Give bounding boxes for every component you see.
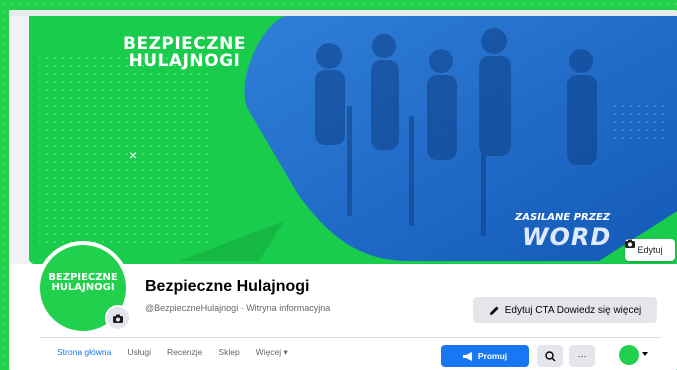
more-dots-icon: ··· xyxy=(577,351,587,361)
promote-button[interactable]: Promuj xyxy=(441,345,529,367)
header-divider xyxy=(39,337,661,338)
cover-logo: BEZPIECZNE HULAJNOGI xyxy=(123,36,246,70)
tab-services[interactable]: Usługi xyxy=(127,347,151,358)
chevron-down-icon[interactable] xyxy=(642,352,648,356)
edit-cta-label: Edytuj CTA Dowiedz się więcej xyxy=(504,304,642,316)
edit-cover-button[interactable]: Edytuj xyxy=(625,239,675,261)
megaphone-icon xyxy=(462,351,472,361)
page-title: Bezpieczne Hulajnogi xyxy=(145,278,310,295)
edit-cta-button[interactable]: Edytuj CTA Dowiedz się więcej xyxy=(473,297,657,323)
avatar-logo: BEZPIECZNE HULAJNOGI xyxy=(40,273,126,293)
page-tabs: Strona główna Usługi Recenzje Sklep Więc… xyxy=(57,347,288,358)
tab-shop[interactable]: Sklep xyxy=(218,347,239,358)
close-icon: × xyxy=(129,147,138,163)
search-icon xyxy=(544,350,555,361)
facebook-page-frame: BEZPIECZNE HULAJNOGI × ZASILANE PRZEZ WO… xyxy=(9,10,677,370)
promote-label: Promuj xyxy=(477,351,508,361)
tab-more[interactable]: Więcej ▾ xyxy=(256,347,288,358)
tab-home[interactable]: Strona główna xyxy=(57,347,111,358)
camera-icon xyxy=(113,314,123,323)
search-button[interactable] xyxy=(537,345,563,367)
page-avatar-switcher[interactable] xyxy=(619,345,639,365)
edit-cover-label: Edytuj xyxy=(637,245,663,255)
tab-reviews[interactable]: Recenzje xyxy=(167,347,202,358)
change-avatar-button[interactable] xyxy=(105,305,131,331)
powered-by-label: ZASILANE PRZEZ xyxy=(515,212,611,223)
cover-logo-line2: HULAJNOGI xyxy=(128,51,241,71)
avatar-logo-line2: HULAJNOGI xyxy=(51,282,115,293)
cover-photo[interactable]: BEZPIECZNE HULAJNOGI × ZASILANE PRZEZ WO… xyxy=(29,16,677,264)
pencil-icon xyxy=(489,306,499,315)
camera-icon xyxy=(625,239,635,248)
word-logo: WORD xyxy=(522,223,612,251)
more-options-button[interactable]: ··· xyxy=(569,345,595,367)
page-handle-category: @BezpieczneHulajnogi · Witryna informacy… xyxy=(145,303,331,313)
